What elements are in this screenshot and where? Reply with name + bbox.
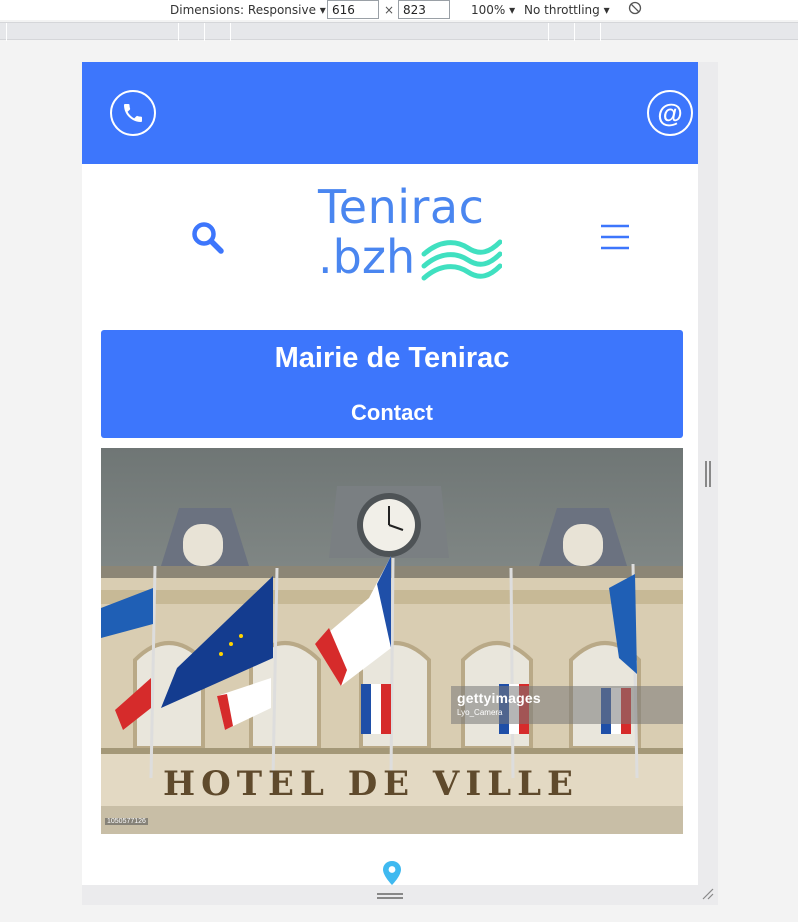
facade-inscription: HOTEL DE VILLE	[163, 764, 579, 804]
photo-id: 1050577126	[105, 818, 148, 825]
devtools-device-toolbar: Dimensions: Responsive ▾ × 100% ▾ No thr…	[0, 0, 798, 20]
media-query-ruler[interactable]	[0, 22, 798, 41]
getty-watermark: gettyimages Lyo_Camera	[451, 686, 683, 724]
dimensions-label: Dimensions: Responsive	[170, 3, 316, 17]
phone-icon	[124, 104, 142, 122]
page-subtitle: Contact	[351, 400, 433, 425]
email-button[interactable]: @	[647, 90, 693, 136]
site-header: Tenirac .bzh	[82, 164, 698, 324]
times-sign: ×	[384, 3, 395, 17]
page-title: Mairie de Tenirac	[274, 342, 510, 374]
throttling-dropdown[interactable]: No throttling ▾	[524, 3, 610, 17]
side-resize-handle[interactable]	[705, 461, 711, 487]
town-hall-photo: HOTEL DE VILLE gettyimages Lyo_Camera 10…	[101, 448, 683, 834]
dimensions-dropdown[interactable]: Dimensions: Responsive ▾	[170, 3, 326, 17]
logo-line1: Tenirac	[318, 180, 485, 234]
watermark-brand: gettyimages	[457, 690, 541, 706]
site-logo[interactable]: Tenirac .bzh	[318, 182, 508, 286]
location-pin-icon[interactable]	[382, 860, 402, 885]
bottom-resize-handle[interactable]	[377, 893, 403, 899]
search-icon[interactable]	[190, 220, 226, 256]
phone-button[interactable]	[110, 90, 156, 136]
throttling-label: No throttling	[524, 3, 600, 17]
top-contact-bar: @	[82, 62, 698, 164]
zoom-label: 100%	[471, 3, 506, 17]
hamburger-menu-icon[interactable]	[600, 222, 630, 252]
rotate-icon[interactable]	[628, 1, 642, 18]
zoom-dropdown[interactable]: 100% ▾	[471, 3, 515, 17]
watermark-credit: Lyo_Camera	[457, 708, 503, 717]
width-input[interactable]	[327, 0, 379, 19]
page-title-banner: Mairie de Tenirac Contact	[101, 330, 683, 438]
height-input[interactable]	[398, 0, 450, 19]
at-icon: @	[657, 97, 683, 128]
corner-resize-grip[interactable]	[702, 888, 714, 900]
wave-icon	[421, 239, 502, 281]
logo-line2: .bzh	[318, 230, 416, 284]
device-viewport: @ Tenirac .bzh Mairie de Tenirac Contact	[82, 62, 698, 885]
